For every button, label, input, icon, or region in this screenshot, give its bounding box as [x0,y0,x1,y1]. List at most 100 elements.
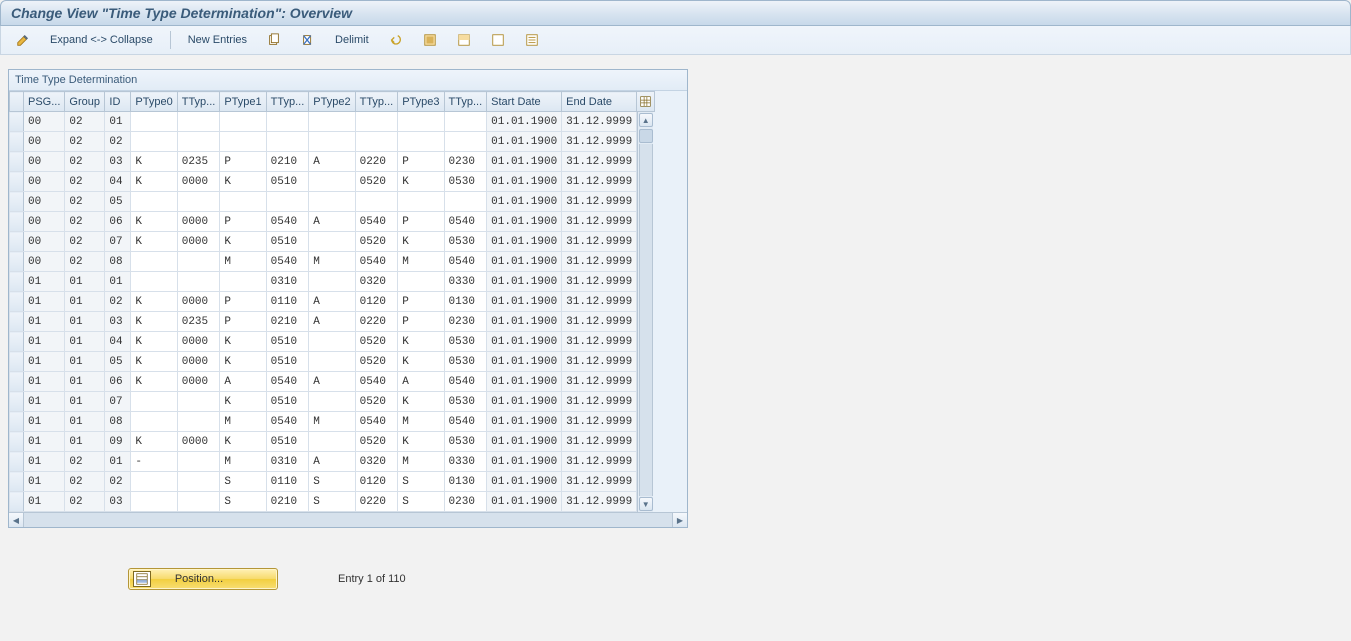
cell-group[interactable]: 01 [65,352,105,372]
cell-pt1[interactable]: P [220,212,266,232]
cell-start[interactable]: 01.01.1900 [487,312,562,332]
cell-tt3[interactable]: 0230 [444,152,487,172]
cell-tt1[interactable]: 0210 [266,312,309,332]
cell-end[interactable]: 31.12.9999 [562,292,637,312]
cell-pt2[interactable]: S [309,492,355,512]
cell-tt1[interactable]: 0510 [266,332,309,352]
row-selector[interactable] [10,392,24,412]
cell-pt1[interactable] [220,132,266,152]
cell-pt0[interactable]: - [131,452,177,472]
cell-pt0[interactable] [131,472,177,492]
cell-tt2[interactable]: 0540 [355,372,398,392]
select-block-button[interactable] [450,30,478,50]
cell-pt2[interactable] [309,192,355,212]
cell-group[interactable]: 01 [65,332,105,352]
cell-pt2[interactable]: A [309,212,355,232]
row-selector[interactable] [10,272,24,292]
cell-pt0[interactable]: K [131,292,177,312]
cell-end[interactable]: 31.12.9999 [562,412,637,432]
delete-button[interactable] [294,30,322,50]
cell-tt1[interactable]: 0210 [266,152,309,172]
cell-psg[interactable]: 00 [24,152,65,172]
cell-tt3[interactable]: 0530 [444,432,487,452]
cell-tt0[interactable]: 0000 [177,332,220,352]
col-id[interactable]: ID [105,92,131,112]
cell-end[interactable]: 31.12.9999 [562,312,637,332]
row-selector[interactable] [10,492,24,512]
cell-pt1[interactable]: K [220,352,266,372]
cell-psg[interactable]: 01 [24,412,65,432]
horizontal-scrollbar[interactable]: ◀ ▶ [9,512,687,527]
cell-id[interactable]: 09 [105,432,131,452]
cell-pt3[interactable]: P [398,212,444,232]
cell-id[interactable]: 04 [105,332,131,352]
scroll-left-button[interactable]: ◀ [9,513,24,527]
cell-tt2[interactable] [355,192,398,212]
cell-pt1[interactable] [220,192,266,212]
cell-tt2[interactable]: 0220 [355,312,398,332]
cell-start[interactable]: 01.01.1900 [487,452,562,472]
cell-group[interactable]: 01 [65,372,105,392]
cell-end[interactable]: 31.12.9999 [562,192,637,212]
expand-collapse-button[interactable]: Expand <-> Collapse [43,30,160,50]
cell-pt0[interactable] [131,132,177,152]
cell-pt2[interactable] [309,132,355,152]
cell-tt2[interactable]: 0320 [355,452,398,472]
scroll-down-button[interactable]: ▼ [639,497,653,511]
cell-tt3[interactable]: 0530 [444,332,487,352]
toggle-display-change-button[interactable] [9,30,37,50]
cell-pt1[interactable]: A [220,372,266,392]
cell-group[interactable]: 02 [65,252,105,272]
cell-pt1[interactable]: M [220,252,266,272]
cell-pt3[interactable] [398,132,444,152]
cell-tt1[interactable]: 0510 [266,172,309,192]
cell-tt0[interactable] [177,192,220,212]
cell-pt2[interactable]: A [309,152,355,172]
cell-pt3[interactable]: M [398,452,444,472]
cell-tt2[interactable]: 0520 [355,332,398,352]
cell-pt2[interactable]: M [309,252,355,272]
cell-pt0[interactable] [131,392,177,412]
cell-id[interactable]: 07 [105,232,131,252]
cell-id[interactable]: 02 [105,472,131,492]
vertical-scrollbar[interactable]: ▲ ▼ [637,112,653,512]
row-selector[interactable] [10,412,24,432]
cell-tt1[interactable]: 0510 [266,232,309,252]
cell-pt1[interactable]: K [220,172,266,192]
col-ptype2[interactable]: PType2 [309,92,355,112]
cell-tt0[interactable]: 0000 [177,432,220,452]
cell-psg[interactable]: 01 [24,292,65,312]
cell-psg[interactable]: 01 [24,312,65,332]
col-psg[interactable]: PSG... [24,92,65,112]
cell-pt1[interactable]: K [220,332,266,352]
cell-tt2[interactable]: 0540 [355,212,398,232]
cell-start[interactable]: 01.01.1900 [487,252,562,272]
cell-psg[interactable]: 00 [24,212,65,232]
cell-id[interactable]: 01 [105,272,131,292]
cell-tt0[interactable]: 0000 [177,292,220,312]
col-ptype3[interactable]: PType3 [398,92,444,112]
row-selector[interactable] [10,112,24,132]
cell-pt1[interactable]: P [220,312,266,332]
cell-pt1[interactable]: M [220,452,266,472]
cell-tt0[interactable]: 0000 [177,172,220,192]
cell-psg[interactable]: 00 [24,112,65,132]
cell-tt0[interactable] [177,272,220,292]
col-end-date[interactable]: End Date [562,92,637,112]
cell-group[interactable]: 01 [65,412,105,432]
cell-id[interactable]: 01 [105,452,131,472]
cell-tt0[interactable]: 0235 [177,152,220,172]
cell-pt3[interactable] [398,272,444,292]
cell-pt3[interactable]: P [398,292,444,312]
cell-tt1[interactable] [266,112,309,132]
cell-pt0[interactable]: K [131,232,177,252]
cell-start[interactable]: 01.01.1900 [487,132,562,152]
cell-pt1[interactable]: M [220,412,266,432]
cell-pt3[interactable]: A [398,372,444,392]
cell-group[interactable]: 02 [65,112,105,132]
cell-psg[interactable]: 00 [24,232,65,252]
deselect-all-button[interactable] [484,30,512,50]
cell-pt2[interactable] [309,332,355,352]
cell-pt0[interactable]: K [131,332,177,352]
row-selector-header[interactable] [10,92,24,112]
